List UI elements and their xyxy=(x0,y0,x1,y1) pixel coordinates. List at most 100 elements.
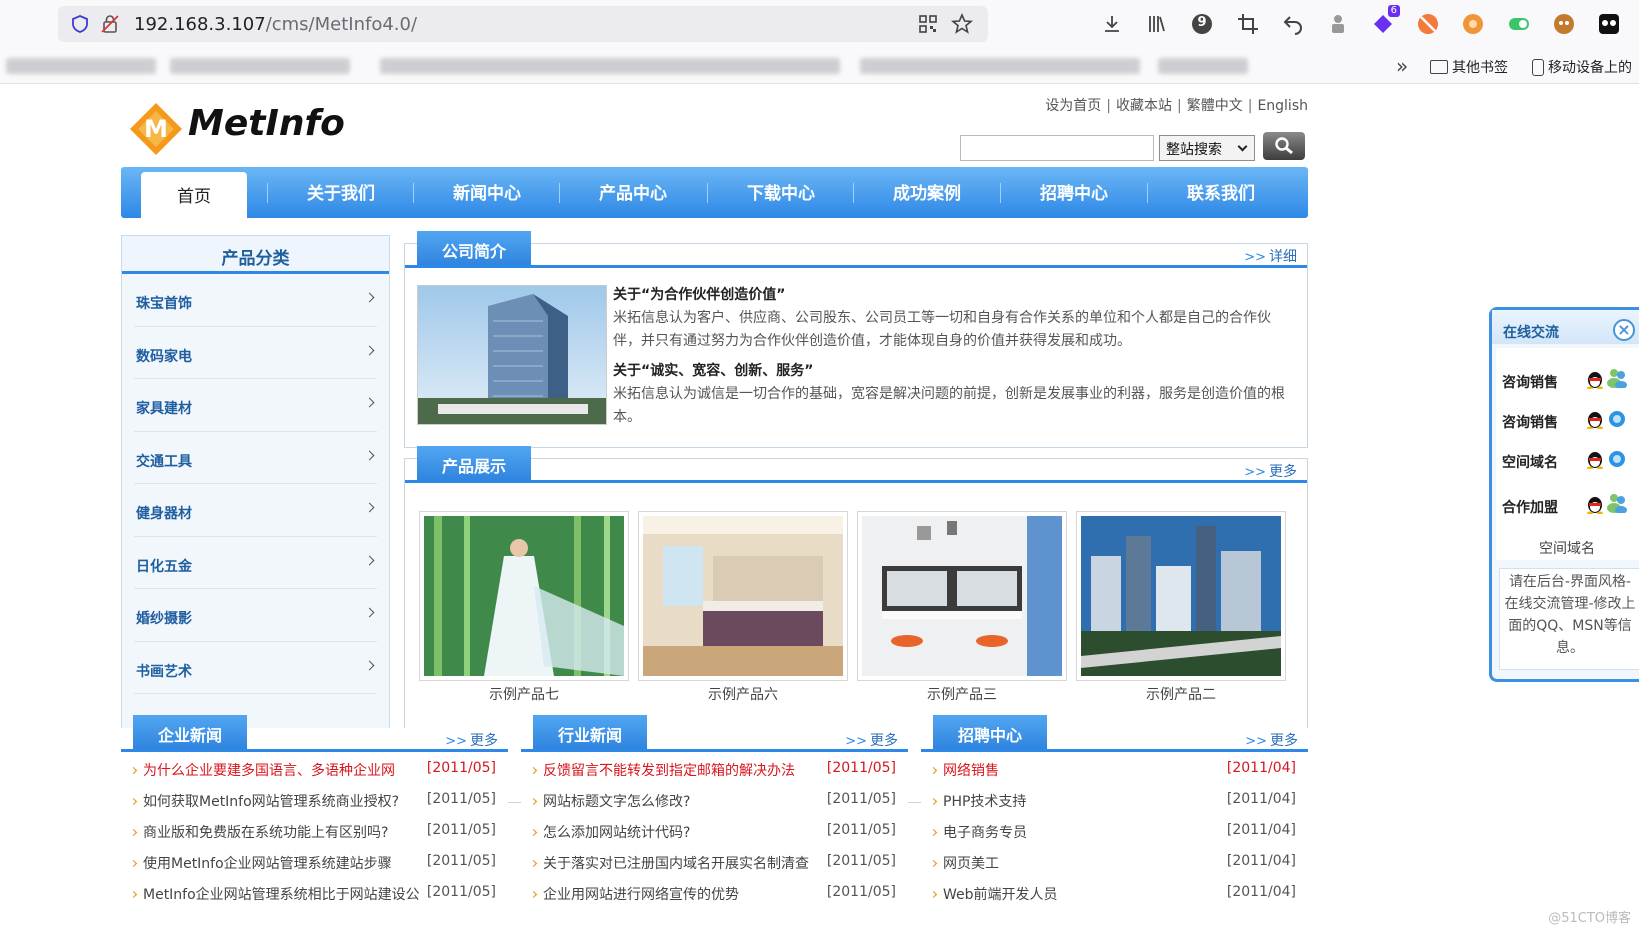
mobile-bookmarks-folder[interactable]: 移动设备上的 xyxy=(1532,57,1632,77)
industry-news-tab[interactable]: 行业新闻 xyxy=(533,715,647,749)
chevron-right-icon xyxy=(364,660,375,670)
insecure-lock-icon[interactable] xyxy=(100,14,120,34)
news-row[interactable]: 反馈留言不能转发到指定邮箱的解决办法 [2011/05] xyxy=(529,760,896,791)
skype-bubble-icon[interactable] xyxy=(1608,449,1626,469)
jobs-more-link[interactable]: >> 更多 xyxy=(1245,730,1298,750)
product-showcase-tab[interactable]: 产品展示 xyxy=(417,446,531,480)
category-item[interactable]: 交通工具 xyxy=(134,432,377,484)
add-favorite-link[interactable]: 收藏本站 xyxy=(1116,98,1172,114)
industry-news-more-link[interactable]: >> 更多 xyxy=(845,730,898,750)
bookmark-star-icon[interactable] xyxy=(950,12,974,36)
job-row[interactable]: Web前端开发人员 [2011/04] xyxy=(929,884,1296,915)
category-item[interactable]: 数码家电 xyxy=(134,327,377,379)
company-news-tab[interactable]: 企业新闻 xyxy=(133,715,247,749)
product-name[interactable]: 示例产品七 xyxy=(419,684,629,704)
job-row[interactable]: 电子商务专员 [2011/04] xyxy=(929,822,1296,853)
other-bookmarks-folder[interactable]: 其他书签 xyxy=(1430,57,1508,77)
nav-news[interactable]: 新闻中心 xyxy=(427,179,547,207)
msn-buddies-icon[interactable] xyxy=(1606,366,1628,388)
blurred-bookmark[interactable] xyxy=(380,58,840,74)
news-row[interactable]: 使用MetInfo企业网站管理系统建站步骤 [2011/05] xyxy=(129,853,496,884)
address-bar[interactable]: 192.168.3.107/cms/MetInfo4.0/ xyxy=(58,6,988,42)
qq-penguin-icon[interactable] xyxy=(1586,494,1604,514)
nav-about[interactable]: 关于我们 xyxy=(281,179,401,207)
product-name[interactable]: 示例产品二 xyxy=(1076,684,1286,704)
products-more-link[interactable]: >> 更多 xyxy=(1244,461,1297,481)
traditional-chinese-link[interactable]: 繁體中文 xyxy=(1187,98,1243,114)
search-scope-select[interactable]: 整站搜索 xyxy=(1159,135,1255,161)
news-row[interactable]: 为什么企业要建多国语言、多语种企业网 [2011/05] xyxy=(129,760,496,791)
qq-penguin-icon[interactable] xyxy=(1586,409,1604,429)
company-intro-tab[interactable]: 公司简介 xyxy=(417,231,531,265)
search-input[interactable] xyxy=(960,135,1154,161)
crop-icon[interactable] xyxy=(1236,12,1260,36)
nav-contact[interactable]: 联系我们 xyxy=(1161,179,1281,207)
bookmarks-overflow-button[interactable]: » xyxy=(1396,54,1408,78)
blurred-bookmark[interactable] xyxy=(860,58,1140,74)
news-row[interactable]: 企业用网站进行网络宣传的优势 [2011/05] xyxy=(529,884,896,915)
intro-detail-link[interactable]: >> 详细 xyxy=(1244,246,1297,266)
news-row[interactable]: MetInfo企业网站管理系统相比于网站建设公 [2011/05] xyxy=(129,884,496,915)
news-row[interactable]: 网站标题文字怎么修改? [2011/05] xyxy=(529,791,896,822)
nav-jobs[interactable]: 招聘中心 xyxy=(1014,179,1134,207)
news-row[interactable]: 怎么添加网站统计代码? [2011/05] xyxy=(529,822,896,853)
english-link[interactable]: English xyxy=(1257,98,1308,114)
green-extension-icon[interactable] xyxy=(1507,12,1531,36)
product-card[interactable] xyxy=(419,511,629,681)
site-logo[interactable]: M MetInfo xyxy=(128,101,358,157)
news-row[interactable]: 商业版和免费版在系统功能上有区别吗? [2011/05] xyxy=(129,822,496,853)
nav-products[interactable]: 产品中心 xyxy=(573,179,693,207)
library-icon[interactable] xyxy=(1145,12,1169,36)
chat-contact-domain[interactable]: 空间域名 xyxy=(1502,452,1558,472)
job-row[interactable]: PHP技术支持 [2011/04] xyxy=(929,791,1296,822)
news-title: MetInfo企业网站管理系统相比于网站建设公 xyxy=(143,887,420,903)
nav-home[interactable]: 首页 xyxy=(141,172,247,218)
url-text[interactable]: 192.168.3.107/cms/MetInfo4.0/ xyxy=(134,14,417,35)
nav-cases[interactable]: 成功案例 xyxy=(867,179,987,207)
close-icon[interactable]: × xyxy=(1613,319,1635,341)
chat-sub-label[interactable]: 空间域名 xyxy=(1492,538,1639,558)
puzzle-extension-icon[interactable] xyxy=(1326,12,1350,36)
category-item[interactable]: 健身器材 xyxy=(134,484,377,537)
set-homepage-link[interactable]: 设为首页 xyxy=(1045,98,1101,114)
nav-downloads[interactable]: 下载中心 xyxy=(721,179,841,207)
extension-counter-icon[interactable]: 9 xyxy=(1190,12,1214,36)
category-item[interactable]: 婚纱摄影 xyxy=(134,589,377,642)
product-card[interactable] xyxy=(1076,511,1286,681)
coin-extension-icon[interactable] xyxy=(1461,12,1485,36)
chat-contact-partner[interactable]: 合作加盟 xyxy=(1502,497,1558,517)
category-item[interactable]: 书画艺术 xyxy=(134,642,377,694)
job-row[interactable]: 网络销售 [2011/04] xyxy=(929,760,1296,791)
company-news-more-link[interactable]: >> 更多 xyxy=(445,730,498,750)
double-chevron-icon: >> xyxy=(445,734,467,749)
blocker-icon[interactable] xyxy=(1416,12,1440,36)
jobs-tab[interactable]: 招聘中心 xyxy=(933,715,1047,749)
blurred-bookmark[interactable] xyxy=(6,58,156,74)
undo-icon[interactable] xyxy=(1281,12,1305,36)
download-icon[interactable] xyxy=(1100,12,1124,36)
product-card[interactable] xyxy=(857,511,1067,681)
product-card[interactable] xyxy=(638,511,848,681)
blurred-bookmark[interactable] xyxy=(1158,58,1248,74)
search-button[interactable] xyxy=(1263,132,1305,160)
qq-penguin-icon[interactable] xyxy=(1586,369,1604,389)
chat-contact-sales-2[interactable]: 咨询销售 xyxy=(1502,412,1558,432)
msn-buddies-icon[interactable] xyxy=(1606,491,1628,513)
qr-code-icon[interactable] xyxy=(918,14,938,34)
blurred-bookmark[interactable] xyxy=(170,58,350,74)
news-row[interactable]: 如何获取MetInfo网站管理系统商业授权? [2011/05] xyxy=(129,791,496,822)
category-item[interactable]: 日化五金 xyxy=(134,537,377,589)
category-item[interactable]: 珠宝首饰 xyxy=(134,274,377,327)
product-name[interactable]: 示例产品六 xyxy=(638,684,848,704)
category-item[interactable]: 家具建材 xyxy=(134,379,377,432)
skype-bubble-icon[interactable] xyxy=(1608,409,1626,429)
product-name[interactable]: 示例产品三 xyxy=(857,684,1067,704)
news-row[interactable]: 关于落实对已注册国内域名开展实名制清查 [2011/05] xyxy=(529,853,896,884)
purple-extension-icon[interactable]: 6 xyxy=(1371,5,1400,36)
monkey-extension-icon[interactable] xyxy=(1552,12,1576,36)
job-row[interactable]: 网页美工 [2011/04] xyxy=(929,853,1296,884)
chat-contact-sales-1[interactable]: 咨询销售 xyxy=(1502,372,1558,392)
account-icon[interactable] xyxy=(1597,12,1621,36)
shield-icon[interactable] xyxy=(70,14,90,34)
qq-penguin-icon[interactable] xyxy=(1586,449,1604,469)
